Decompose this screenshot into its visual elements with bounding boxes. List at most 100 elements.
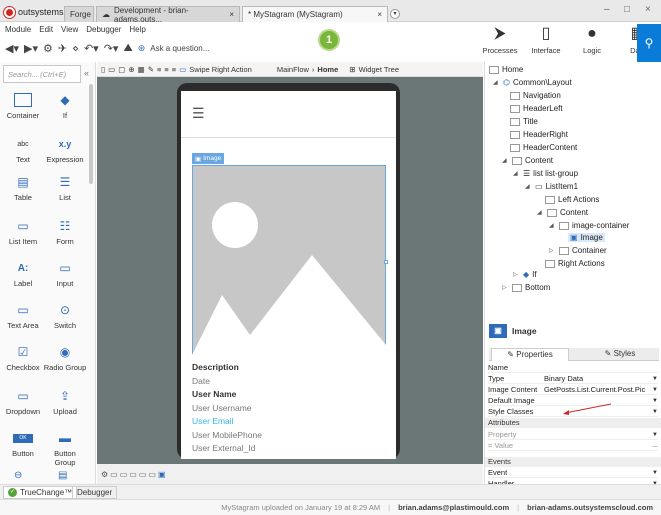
expand-icon[interactable]: ◢ [513, 170, 520, 177]
attribute-value-row[interactable]: = Value... [488, 441, 658, 451]
popover-icon[interactable]: ▤ [58, 470, 67, 481]
tab-forge[interactable]: Forge [64, 6, 94, 22]
widget-radio-group[interactable]: ◉ Radio Group [43, 344, 87, 372]
tree-node-content-inner[interactable]: ◢ Content [537, 208, 588, 217]
grid-icon[interactable]: ▦ [138, 65, 145, 74]
node-icon[interactable]: ⚙ [101, 470, 108, 479]
chevron-down-icon[interactable]: ▼ [652, 409, 658, 415]
attribute-property-field[interactable]: Property [488, 430, 652, 439]
ask-question-input[interactable]: Ask a question... [150, 44, 209, 53]
menu-edit[interactable]: Edit [39, 25, 53, 34]
deploy-icon[interactable]: ⛰ [123, 42, 132, 55]
menu-debugger[interactable]: Debugger [86, 25, 121, 34]
collapse-icon[interactable]: « [84, 68, 89, 78]
widget-expression[interactable]: x.y Expression [43, 136, 87, 164]
prop-image-content-row[interactable]: Image Content GetPosts.List.Current.Post.… [488, 385, 658, 395]
chevron-down-icon[interactable]: ▼ [652, 398, 658, 404]
prop-name-row[interactable]: Name [488, 363, 658, 373]
zoom-icon[interactable]: ⊕ [128, 65, 134, 74]
tree-node-headerright[interactable]: HeaderRight [510, 130, 568, 139]
menu-module[interactable]: Module [5, 25, 31, 34]
layout-icon[interactable]: ▭ [110, 470, 118, 479]
tree-node-headerleft[interactable]: HeaderLeft [510, 104, 563, 113]
chevron-down-icon[interactable]: ▼ [652, 470, 658, 476]
close-button[interactable]: × [645, 4, 651, 15]
collapse-icon[interactable]: ▷ [502, 284, 509, 291]
expand-icon[interactable]: ◢ [493, 79, 500, 86]
image-placeholder[interactable] [192, 165, 386, 361]
hamburger-icon[interactable]: ☰ [192, 105, 205, 122]
tree-node-content[interactable]: ◢ Content [502, 156, 553, 165]
tab-debugger[interactable]: Debugger [72, 486, 118, 499]
tablet-view-icon[interactable]: ▭ [108, 65, 115, 74]
chevron-down-icon[interactable]: ▼ [652, 432, 658, 438]
toolbox-search-input[interactable]: Search... (Ctrl+E) [3, 65, 81, 83]
menu-view[interactable]: View [61, 25, 78, 34]
events-section[interactable]: Events [485, 457, 661, 467]
maximize-button[interactable]: □ [624, 4, 630, 15]
layout-icon[interactable]: ▭ [148, 470, 156, 479]
widget-tree-tab[interactable]: Widget Tree [359, 65, 399, 74]
layout-icon[interactable]: ▭ [120, 470, 128, 479]
toolbox-scrollbar[interactable] [89, 84, 93, 184]
expand-icon[interactable]: ◢ [502, 157, 509, 164]
prop-type-select[interactable]: Binary Data [544, 374, 652, 383]
tree-node-headercontent[interactable]: HeaderContent [510, 143, 577, 152]
tree-node-bottom[interactable]: ▷ Bottom [502, 283, 550, 292]
tree-node-title[interactable]: Title [510, 117, 538, 126]
undo-icon[interactable]: ↶▾ [84, 42, 99, 55]
expand-icon[interactable]: ◢ [549, 222, 556, 229]
attributes-section[interactable]: Attributes [485, 418, 661, 428]
tree-node-left-actions[interactable]: Left Actions [545, 195, 599, 204]
processes-button[interactable]: ⮞ Processes [483, 24, 518, 60]
menu-help[interactable]: Help [129, 25, 145, 34]
resize-handle[interactable] [384, 260, 388, 264]
widget-checkbox[interactable]: ☑ Checkbox [1, 344, 45, 372]
widget-input[interactable]: ▭ Input [43, 260, 87, 288]
tree-node-navigation[interactable]: Navigation [510, 91, 561, 100]
style-icon[interactable]: ✎ [148, 65, 154, 74]
desktop-view-icon[interactable]: ▢ [118, 65, 125, 74]
widget-text-area[interactable]: ▭ Text Area [1, 302, 45, 330]
gear-icon[interactable]: ⚙ [43, 42, 53, 55]
tree-node-image-container[interactable]: ◢ image-container [549, 221, 629, 230]
widget-list[interactable]: ☰ List [43, 174, 87, 202]
user-email-link[interactable]: User Email [192, 415, 386, 429]
collapse-icon[interactable]: ▷ [513, 271, 520, 278]
layout-icon[interactable]: ▭ [139, 470, 147, 479]
collapse-icon[interactable]: ▷ [549, 247, 556, 254]
phone-view-icon[interactable]: ▯ [101, 65, 105, 74]
tab-truechange[interactable]: ✓ TrueChange™ [3, 486, 78, 499]
swipe-right-action[interactable]: Swipe Right Action [189, 65, 252, 74]
widget-label[interactable]: A: Label [1, 260, 45, 289]
expand-icon[interactable]: ◢ [525, 183, 532, 190]
forward-icon[interactable]: ▶▾ [24, 42, 38, 55]
chevron-down-icon[interactable]: ▼ [652, 376, 658, 382]
attribute-property-row[interactable]: Property ▼ [488, 430, 658, 440]
layout-icon[interactable]: ▭ [129, 470, 137, 479]
tree-node-list[interactable]: ◢ ☰ list list-group [513, 169, 578, 178]
widget-list-item[interactable]: ▭ List Item [1, 218, 45, 246]
tab-properties[interactable]: ✎ Properties [491, 348, 569, 361]
align-center-icon[interactable]: ≡ [164, 65, 168, 74]
tree-node-container[interactable]: ▷ Container [549, 246, 607, 255]
step-badge[interactable]: 1 [318, 29, 340, 51]
redo-icon[interactable]: ↷▾ [104, 42, 119, 55]
status-user[interactable]: brian.adams@plastimould.com [398, 503, 509, 512]
interface-button[interactable]: ▯ Interface [530, 24, 562, 60]
phone-screen[interactable]: ☰ ▣ Image Description Date User Name User… [181, 91, 396, 459]
close-tab-icon[interactable]: × [377, 10, 382, 19]
publish-icon[interactable]: ✈ [58, 42, 67, 55]
widget-dropdown[interactable]: ▭ Dropdown [1, 388, 45, 416]
widget-form[interactable]: ☷ Form [43, 218, 87, 246]
screen-breadcrumb[interactable]: Home [317, 65, 338, 74]
link-icon[interactable]: ⊖ [14, 470, 22, 481]
widget-upload[interactable]: ⇪ Upload [43, 388, 87, 416]
prop-type-row[interactable]: Type Binary Data ▼ [488, 374, 658, 384]
widget-if[interactable]: ◆ If [43, 92, 87, 120]
widget-button-group[interactable]: ▬ Button Group [43, 430, 87, 467]
tab-mystagram[interactable]: * MyStagram (MyStagram) × [242, 6, 388, 22]
logic-button[interactable]: ● Logic [576, 24, 608, 60]
event-row[interactable]: Event ▼ [488, 468, 658, 478]
tree-node-if[interactable]: ▷ ◆ If [513, 270, 537, 279]
